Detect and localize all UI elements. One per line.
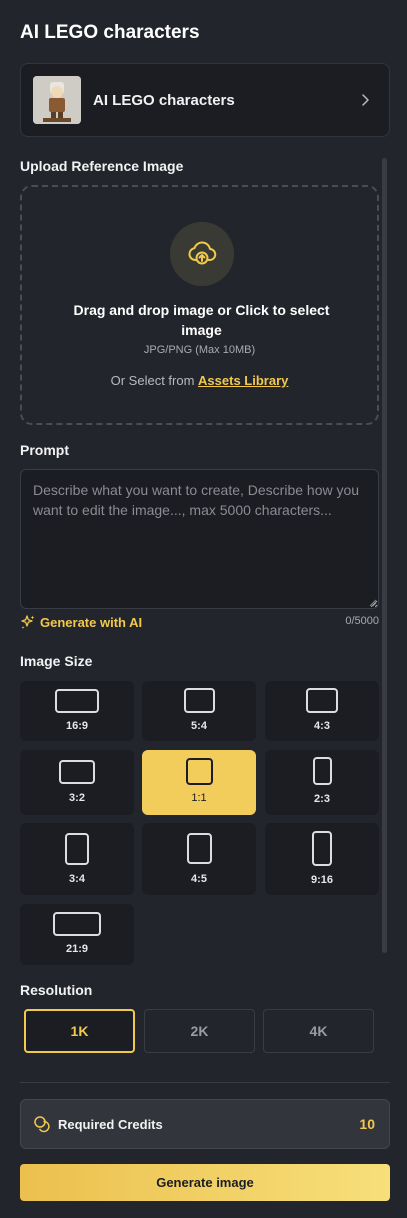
aspect-5-4-icon bbox=[184, 688, 215, 713]
divider bbox=[20, 1082, 390, 1083]
upload-dropzone[interactable]: Drag and drop image or Click to select i… bbox=[20, 185, 379, 425]
aspect-2-3-icon bbox=[313, 757, 332, 785]
aspect-1-1-icon bbox=[186, 758, 213, 785]
size-option-5-4[interactable]: 5:4 bbox=[142, 681, 256, 741]
model-thumbnail bbox=[33, 76, 81, 124]
aspect-4-3-icon bbox=[306, 688, 338, 713]
required-credits-label: Required Credits bbox=[58, 1116, 163, 1132]
aspect-3-2-icon bbox=[59, 760, 95, 784]
upload-alt-prefix: Or Select from bbox=[110, 373, 195, 388]
prompt-label: Prompt bbox=[20, 442, 69, 458]
image-size-label: Image Size bbox=[20, 653, 93, 669]
required-credits-panel: Required Credits 10 bbox=[20, 1099, 390, 1149]
resize-handle-icon[interactable] bbox=[369, 599, 377, 607]
generate-image-button[interactable]: Generate image bbox=[20, 1164, 390, 1201]
upload-alt-text: Or Select from Assets Library bbox=[22, 373, 377, 388]
aspect-9-16-icon bbox=[312, 831, 332, 866]
page-title: AI LEGO characters bbox=[20, 22, 200, 43]
required-credits-value: 10 bbox=[359, 1116, 375, 1132]
model-selector[interactable]: AI LEGO characters bbox=[20, 63, 390, 137]
character-counter: 0/5000 bbox=[345, 615, 379, 627]
aspect-3-4-icon bbox=[65, 833, 89, 865]
upload-instructions: Drag and drop image or Click to select i… bbox=[73, 302, 330, 338]
resolution-label: Resolution bbox=[20, 982, 93, 998]
size-option-label: 5:4 bbox=[191, 720, 207, 732]
aspect-4-5-icon bbox=[187, 833, 212, 864]
generate-with-ai-button[interactable]: Generate with AI bbox=[20, 614, 142, 630]
size-option-label: 4:5 bbox=[191, 873, 207, 885]
scrollbar[interactable] bbox=[382, 158, 387, 953]
model-name: AI LEGO characters bbox=[93, 91, 235, 109]
size-option-label: 3:2 bbox=[69, 792, 85, 804]
aspect-16-9-icon bbox=[55, 689, 99, 713]
upload-format-hint: JPG/PNG (Max 10MB) bbox=[143, 344, 256, 356]
sparkle-icon bbox=[21, 615, 35, 629]
size-option-16-9[interactable]: 16:9 bbox=[20, 681, 134, 741]
size-option-label: 1:1 bbox=[191, 792, 207, 804]
size-option-3-2[interactable]: 3:2 bbox=[20, 750, 134, 815]
size-option-4-3[interactable]: 4:3 bbox=[265, 681, 379, 741]
assets-library-link[interactable]: Assets Library bbox=[198, 373, 288, 388]
generate-with-ai-label: Generate with AI bbox=[40, 614, 143, 630]
size-option-label: 3:4 bbox=[69, 873, 85, 885]
size-option-label: 21:9 bbox=[65, 943, 89, 955]
cloud-upload-icon bbox=[170, 222, 234, 286]
aspect-21-9-icon bbox=[53, 912, 101, 936]
size-option-9-16[interactable]: 9:16 bbox=[265, 823, 379, 895]
resolution-4k-button[interactable]: 4K bbox=[263, 1009, 374, 1053]
resolution-2k-button[interactable]: 2K bbox=[144, 1009, 255, 1053]
size-option-21-9[interactable]: 21:9 bbox=[20, 904, 134, 965]
size-option-label: 4:3 bbox=[314, 720, 330, 732]
size-option-2-3[interactable]: 2:3 bbox=[265, 750, 379, 815]
size-option-1-1[interactable]: 1:1 bbox=[142, 750, 256, 815]
resolution-1k-button[interactable]: 1K bbox=[24, 1009, 135, 1053]
size-option-label: 9:16 bbox=[310, 874, 334, 886]
chevron-right-icon bbox=[362, 94, 369, 106]
size-option-4-5[interactable]: 4:5 bbox=[142, 823, 256, 895]
prompt-input[interactable] bbox=[20, 469, 379, 609]
size-option-label: 2:3 bbox=[314, 793, 330, 805]
size-option-3-4[interactable]: 3:4 bbox=[20, 823, 134, 895]
coins-icon bbox=[34, 1116, 50, 1133]
upload-label: Upload Reference Image bbox=[20, 158, 184, 174]
size-option-label: 16:9 bbox=[65, 720, 89, 732]
